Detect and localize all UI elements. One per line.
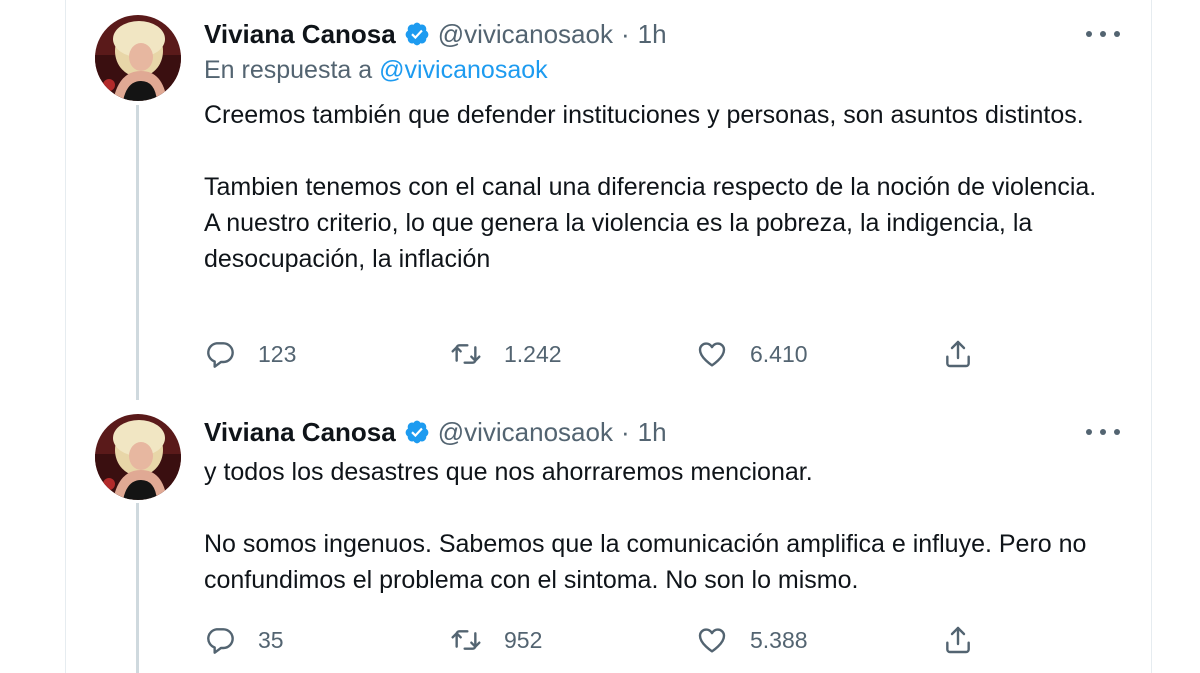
retweet-icon <box>450 338 482 370</box>
tweet-paragraph: No somos ingenuos. Sabemos que la comuni… <box>204 530 1087 594</box>
tweet-paragraph: Creemos también que defender institucion… <box>204 101 1084 129</box>
share-button[interactable] <box>942 338 974 370</box>
reply-button[interactable]: 123 <box>204 338 450 370</box>
more-icon[interactable] <box>1086 22 1120 46</box>
avatar[interactable] <box>95 414 181 500</box>
retweet-button[interactable]: 952 <box>450 624 696 656</box>
verified-badge-icon <box>404 419 430 445</box>
author-handle[interactable]: @vivicanosaok <box>438 19 613 50</box>
timestamp[interactable]: 1h <box>638 19 667 50</box>
author-name[interactable]: Viviana Canosa <box>204 19 396 50</box>
like-count: 5.388 <box>750 626 808 653</box>
reply-count: 35 <box>258 626 284 653</box>
tweet-actions: 123 1.242 6.410 <box>204 336 984 372</box>
share-button[interactable] <box>942 624 974 656</box>
reply-context: En respuesta a @vivicanosaok <box>204 56 548 85</box>
tweet-text: Creemos también que defender institucion… <box>204 97 1104 277</box>
like-button[interactable]: 6.410 <box>696 338 942 370</box>
reply-icon <box>204 338 236 370</box>
tweet-header: Viviana Canosa @vivicanosaok · 1h <box>204 16 667 52</box>
retweet-count: 952 <box>504 626 543 653</box>
tweet[interactable]: Viviana Canosa @vivicanosaok · 1h y todo… <box>0 400 1200 673</box>
share-icon <box>942 338 974 370</box>
timestamp[interactable]: 1h <box>638 417 667 448</box>
tweet-actions: 35 952 5.388 <box>204 622 984 658</box>
tweet-header: Viviana Canosa @vivicanosaok · 1h <box>204 414 667 450</box>
tweet-paragraph: y todos los desastres que nos ahorraremo… <box>204 458 813 486</box>
verified-badge-icon <box>404 21 430 47</box>
reply-prefix: En respuesta a <box>204 56 373 84</box>
tweet-text: y todos los desastres que nos ahorraremo… <box>204 454 1104 598</box>
reply-mention-link[interactable]: @vivicanosaok <box>379 56 548 84</box>
retweet-count: 1.242 <box>504 340 562 367</box>
heart-icon <box>696 338 728 370</box>
share-icon <box>942 624 974 656</box>
separator-dot: · <box>620 18 630 49</box>
author-name[interactable]: Viviana Canosa <box>204 417 396 448</box>
retweet-icon <box>450 624 482 656</box>
retweet-button[interactable]: 1.242 <box>450 338 696 370</box>
thread-connector <box>136 105 139 400</box>
tweet[interactable]: Viviana Canosa @vivicanosaok · 1h En res… <box>0 0 1200 400</box>
more-icon[interactable] <box>1086 420 1120 444</box>
reply-count: 123 <box>258 340 297 367</box>
avatar[interactable] <box>95 15 181 101</box>
heart-icon <box>696 624 728 656</box>
separator-dot: · <box>620 416 630 447</box>
like-button[interactable]: 5.388 <box>696 624 942 656</box>
reply-icon <box>204 624 236 656</box>
thread-connector <box>136 503 139 673</box>
author-handle[interactable]: @vivicanosaok <box>438 417 613 448</box>
like-count: 6.410 <box>750 340 808 367</box>
tweet-paragraph: Tambien tenemos con el canal una diferen… <box>204 173 1097 273</box>
reply-button[interactable]: 35 <box>204 624 450 656</box>
